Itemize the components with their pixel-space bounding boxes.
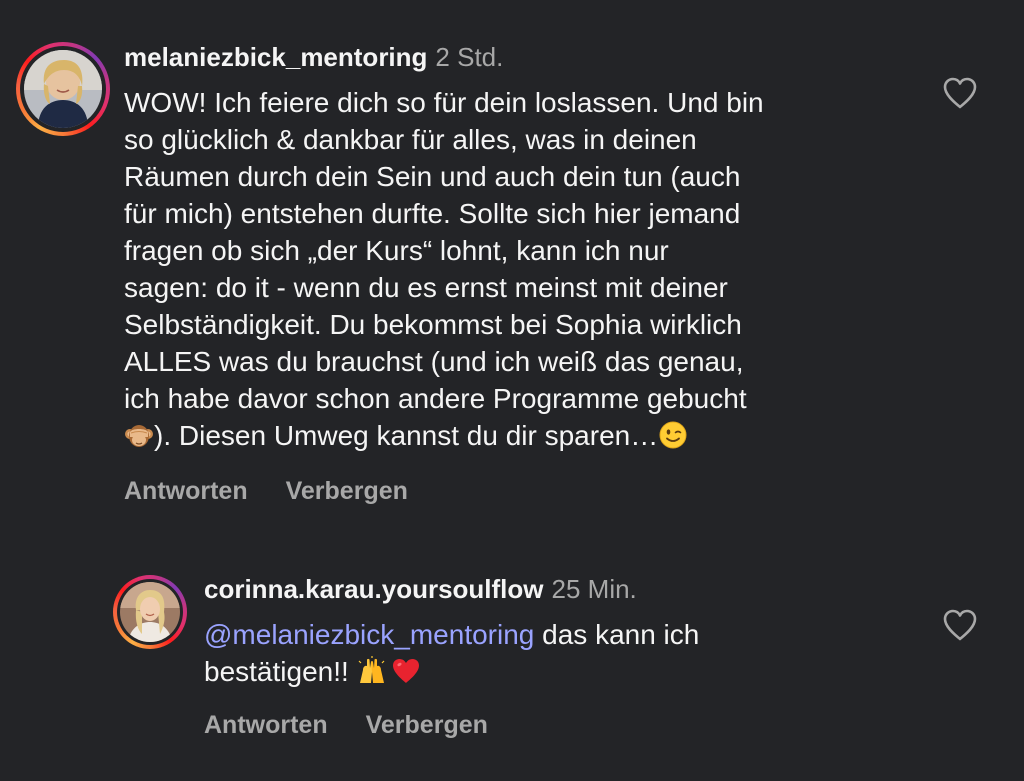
comment-text: WOW! Ich feiere dich so für dein loslass… (124, 84, 924, 454)
username-link[interactable]: corinna.karau.yoursoulflow (204, 574, 544, 604)
comment-line-text: das kann ich (534, 619, 700, 650)
hide-button[interactable]: Verbergen (286, 476, 408, 506)
avatar-story-ring[interactable] (16, 42, 110, 136)
comment-line: Räumen durch dein Sein und auch dein tun… (124, 161, 741, 192)
avatar-photo-icon (24, 50, 102, 128)
winking-face-emoji (658, 420, 688, 450)
comment-line: so glücklich & dankbar für alles, was in… (124, 124, 697, 155)
comment-line: Selbständigkeit. Du bekommst bei Sophia … (124, 309, 742, 340)
comment-line: sagen: do it - wenn du es ernst meinst m… (124, 272, 728, 303)
mention-link[interactable]: @melaniezbick_mentoring (204, 619, 534, 650)
avatar (120, 582, 180, 642)
comment-actions: Antworten Verbergen (124, 476, 408, 506)
raising-hands-emoji (357, 656, 387, 686)
comment-line: fragen ob sich „der Kurs“ lohnt, kann ic… (124, 235, 669, 266)
comment-line-text: bestätigen!! (204, 656, 357, 687)
comment-line: für mich) entstehen durfte. Sollte sich … (124, 198, 741, 229)
avatar-story-ring[interactable] (113, 575, 187, 649)
username-link[interactable]: melaniezbick_mentoring (124, 42, 427, 72)
reply-button[interactable]: Antworten (204, 710, 328, 740)
comment-melaniezbick: melaniezbick_mentoring 2 Std. WOW! Ich fe… (0, 0, 1024, 540)
hide-button[interactable]: Verbergen (366, 710, 488, 740)
reply-button[interactable]: Antworten (124, 476, 248, 506)
comment-text: @melaniezbick_mentoring das kann ich bes… (204, 616, 924, 690)
heart-outline-icon[interactable] (942, 608, 978, 642)
comment-line: @melaniezbick_mentoring das kann ich (204, 616, 924, 653)
comment-actions: Antworten Verbergen (204, 710, 488, 740)
heart-outline-icon[interactable] (942, 76, 978, 110)
comment-line: WOW! Ich feiere dich so für dein loslass… (124, 87, 764, 118)
avatar (24, 50, 102, 128)
comment-line-end: ). Diesen Umweg kannst du dir sparen… (154, 420, 659, 451)
comment-line: ALLES was du brauchst (und ich weiß das … (124, 346, 744, 377)
comment-line: bestätigen!! (204, 653, 924, 690)
comment-line: ich habe davor schon andere Programme ge… (124, 383, 747, 414)
avatar-photo-icon (120, 582, 180, 642)
timestamp: 25 Min. (551, 574, 637, 604)
comment-header: corinna.karau.yoursoulflow 25 Min. (204, 574, 637, 604)
reply-comment-corinna: corinna.karau.yoursoulflow 25 Min. @melan… (0, 560, 1024, 781)
red-heart-emoji (391, 656, 421, 686)
timestamp: 2 Std. (435, 42, 504, 72)
see-no-evil-monkey-emoji (124, 420, 154, 450)
comment-line: ). Diesen Umweg kannst du dir sparen… (124, 417, 924, 454)
comment-header: melaniezbick_mentoring 2 Std. (124, 42, 503, 72)
